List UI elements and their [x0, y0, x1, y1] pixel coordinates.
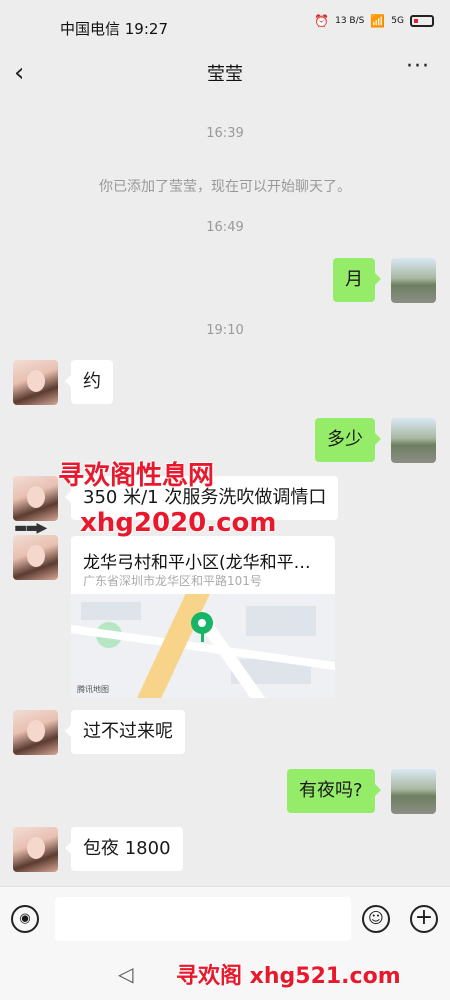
system-message: 你已添加了莹莹，现在可以开始聊天了。	[99, 179, 351, 195]
contact-avatar[interactable]	[13, 360, 58, 405]
more-icon[interactable]: ···	[406, 54, 430, 79]
my-avatar[interactable]	[391, 258, 436, 303]
input-bar: ◉ ☺ +	[0, 886, 450, 951]
location-pin-icon	[191, 612, 213, 634]
plus-icon[interactable]: +	[410, 905, 438, 933]
message-input[interactable]	[55, 897, 351, 941]
map-logo: 腾讯地图	[77, 685, 109, 694]
network-label: 5G	[391, 16, 404, 26]
contact-avatar[interactable]	[13, 710, 58, 755]
received-message[interactable]: 约	[65, 360, 113, 404]
watermark: xhg2020.com	[80, 508, 277, 538]
location-address: 广东省深圳市龙华区和平路101号	[83, 574, 262, 588]
sent-message[interactable]: 有夜吗?	[287, 769, 381, 813]
sent-message[interactable]: 多少	[315, 418, 381, 462]
location-name: 龙华弓村和平小区(龙华和平…	[83, 553, 311, 573]
location-card[interactable]: 龙华弓村和平小区(龙华和平… 广东省深圳市龙华区和平路101号 腾讯地图	[71, 536, 335, 698]
my-avatar[interactable]	[391, 769, 436, 814]
contact-avatar[interactable]	[13, 827, 58, 872]
timestamp: 16:49	[206, 220, 244, 235]
battery-icon	[410, 15, 434, 27]
sent-message[interactable]: 月	[333, 258, 381, 302]
chat-title: 莹莹	[207, 64, 243, 85]
my-avatar[interactable]	[391, 418, 436, 463]
map-block	[246, 606, 316, 636]
net-speed: 13 B/S	[335, 16, 365, 26]
map-block	[81, 602, 141, 620]
alarm-icon: ⏰	[314, 14, 330, 28]
contact-avatar[interactable]	[13, 476, 58, 521]
emoji-icon[interactable]: ☺	[362, 905, 390, 933]
timestamp: 16:39	[206, 126, 244, 141]
timestamp: 19:10	[206, 323, 244, 338]
received-message[interactable]: 包夜 1800	[65, 827, 183, 871]
location-map: 腾讯地图	[71, 594, 335, 698]
carrier-time: 中国电信 19:27	[60, 20, 168, 38]
status-bar: 中国电信 19:27 ⏰ 13 B/S 📶 5G	[0, 0, 450, 48]
chat-header: ‹ 莹莹 ···	[0, 48, 450, 98]
contact-avatar[interactable]	[13, 535, 58, 580]
location-pin-stem	[201, 632, 204, 642]
voice-icon[interactable]: ◉	[11, 905, 39, 933]
watermark: 寻欢阁 xhg521.com	[176, 964, 401, 989]
status-icons: ⏰ 13 B/S 📶 5G	[314, 14, 434, 28]
system-back-icon[interactable]: ◁	[118, 962, 133, 986]
watermark-arrow-icon: ▬▬▶	[14, 520, 47, 536]
wifi-icon: 📶	[370, 14, 386, 28]
watermark: 寻欢阁性息网	[58, 461, 215, 491]
received-message[interactable]: 过不过来呢	[65, 710, 185, 754]
